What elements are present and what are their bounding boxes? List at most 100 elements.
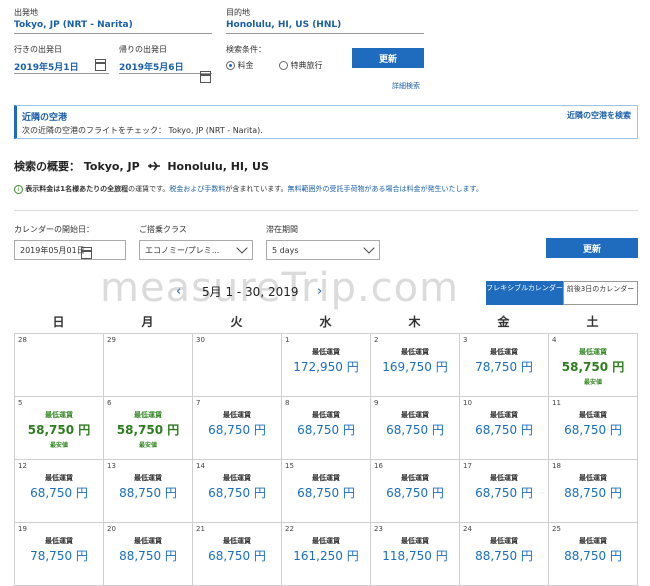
- day-number: 7: [196, 399, 201, 407]
- fare-price[interactable]: 58,750 円: [549, 358, 637, 375]
- notice-bold: 表示料金は1名様あたりの全旅程: [25, 185, 129, 193]
- calendar-day-cell[interactable]: 13 最低運賃 88,750 円: [103, 459, 193, 523]
- baggage-fees-link[interactable]: 無料範囲外の受託手荷物がある場合は料金が発生いたします。: [288, 185, 483, 193]
- fare-price[interactable]: 88,750 円: [460, 547, 548, 564]
- update-calendar-button[interactable]: 更新: [546, 238, 638, 258]
- calendar-day-cell[interactable]: 23 最低運賃 118,750 円: [370, 522, 460, 586]
- fare-price[interactable]: 169,750 円: [371, 358, 459, 375]
- origin-field[interactable]: Tokyo, JP (NRT - Narita): [14, 20, 212, 34]
- fare-price[interactable]: 68,750 円: [460, 484, 548, 501]
- fare-price[interactable]: 68,750 円: [371, 484, 459, 501]
- day-number: 5: [18, 399, 23, 407]
- update-search-button[interactable]: 更新: [352, 48, 424, 68]
- fare-caption: 最低運賃: [134, 474, 162, 482]
- day-number: 14: [196, 462, 205, 470]
- fare-price[interactable]: 78,750 円: [460, 358, 548, 375]
- destination-field[interactable]: Honolulu, HI, US (HNL): [226, 20, 424, 34]
- next-month-icon[interactable]: ›: [317, 284, 322, 299]
- day-number: 8: [285, 399, 290, 407]
- fare-price[interactable]: 88,750 円: [104, 484, 192, 501]
- calendar-day-cell[interactable]: 6 最低運賃 58,750 円最安値: [103, 396, 193, 460]
- fare-caption: 最低運賃: [134, 537, 162, 545]
- calendar-day-cell[interactable]: 3 最低運賃 78,750 円: [459, 333, 549, 397]
- calendar-day-cell[interactable]: 14 最低運賃 68,750 円: [192, 459, 282, 523]
- day-number: 29: [107, 336, 116, 344]
- fare-price[interactable]: 68,750 円: [282, 421, 370, 438]
- fare-price[interactable]: 118,750 円: [371, 547, 459, 564]
- calendar-day-cell[interactable]: 21 最低運賃 68,750 円: [192, 522, 282, 586]
- fare-caption: 最低運賃: [579, 537, 607, 545]
- fare-price[interactable]: 88,750 円: [104, 547, 192, 564]
- nearby-airports-text: 次の近隣の空港のフライトをチェック： Tokyo, JP (NRT - Nari…: [22, 126, 263, 135]
- day-number: 15: [285, 462, 294, 470]
- radio-unselected-icon[interactable]: [279, 61, 288, 70]
- fare-price[interactable]: 68,750 円: [193, 547, 281, 564]
- taxes-fees-link[interactable]: 税金および手数料: [169, 185, 225, 193]
- calendar-day-cell[interactable]: 12 最低運賃 68,750 円: [14, 459, 104, 523]
- day-number: 17: [463, 462, 472, 470]
- weekday-wed: 水: [319, 315, 332, 329]
- calendar-day-cell[interactable]: 20 最低運賃 88,750 円: [103, 522, 193, 586]
- cabin-class-value: エコノミー/プレミ...: [145, 245, 220, 255]
- day-number: 24: [463, 525, 472, 533]
- calendar-day-cell[interactable]: 1 最低運賃 172,950 円: [281, 333, 371, 397]
- fare-caption: 最低運賃: [401, 474, 429, 482]
- fare-price[interactable]: 172,950 円: [282, 358, 370, 375]
- calendar-icon[interactable]: [95, 59, 106, 71]
- calendar-day-cell[interactable]: 11 最低運賃 68,750 円: [548, 396, 638, 460]
- fare-caption: 最低運賃: [223, 537, 251, 545]
- fare-price[interactable]: 68,750 円: [193, 421, 281, 438]
- fare-price[interactable]: 68,750 円: [371, 421, 459, 438]
- cabin-class-select[interactable]: エコノミー/プレミ...: [139, 240, 253, 260]
- calendar-day-cell[interactable]: 8 最低運賃 68,750 円: [281, 396, 371, 460]
- advanced-search-link[interactable]: 詳細検索: [392, 81, 420, 91]
- tab-three-day-calendar[interactable]: 前後3日のカレンダー: [563, 281, 638, 305]
- calendar-day-cell[interactable]: 17 最低運賃 68,750 円: [459, 459, 549, 523]
- calendar-day-cell[interactable]: 24 最低運賃 88,750 円: [459, 522, 549, 586]
- stay-length-select[interactable]: 5 days: [266, 240, 380, 260]
- calendar-day-cell[interactable]: 5 最低運賃 58,750 円最安値: [14, 396, 104, 460]
- fare-caption: 最低運賃: [490, 537, 518, 545]
- calendar-day-cell[interactable]: 4 最低運賃 58,750 円最安値: [548, 333, 638, 397]
- fare-price[interactable]: 88,750 円: [549, 484, 637, 501]
- fare-price[interactable]: 161,250 円: [282, 547, 370, 564]
- tab-flexible-calendar[interactable]: フレキシブルカレンダー: [486, 281, 563, 305]
- calendar-day-cell[interactable]: 16 最低運賃 68,750 円: [370, 459, 460, 523]
- calendar-day-cell[interactable]: 9 最低運賃 68,750 円: [370, 396, 460, 460]
- lowest-fare-badge: 最安値: [49, 442, 68, 449]
- calendar-day-cell[interactable]: 19 最低運賃 78,750 円: [14, 522, 104, 586]
- nearby-airports-link[interactable]: 近隣の空港を検索: [567, 110, 631, 121]
- calendar-day-cell[interactable]: 25 最低運賃 88,750 円: [548, 522, 638, 586]
- fare-price[interactable]: 68,750 円: [460, 421, 548, 438]
- fare-price[interactable]: 68,750 円: [15, 484, 103, 501]
- radio-selected-icon[interactable]: [226, 61, 235, 70]
- fare-price[interactable]: 58,750 円: [104, 421, 192, 438]
- calendar-start-field[interactable]: 2019年05月01日: [14, 240, 126, 260]
- calendar-day-cell[interactable]: 10 最低運賃 68,750 円: [459, 396, 549, 460]
- summary-prefix: 検索の概要：: [14, 160, 80, 173]
- fare-caption: 最低運賃: [579, 411, 607, 419]
- radio-fare[interactable]: 料金: [226, 60, 254, 71]
- calendar-day-cell[interactable]: 22 最低運賃 161,250 円: [281, 522, 371, 586]
- calendar-day-cell[interactable]: 18 最低運賃 88,750 円: [548, 459, 638, 523]
- calendar-icon[interactable]: [200, 71, 211, 83]
- fare-price[interactable]: 68,750 円: [549, 421, 637, 438]
- fare-price[interactable]: 78,750 円: [15, 547, 103, 564]
- fare-price[interactable]: 58,750 円: [15, 421, 103, 438]
- calendar-day-cell[interactable]: 15 最低運賃 68,750 円: [281, 459, 371, 523]
- fare-caption: 最低運賃: [312, 348, 340, 356]
- summary-origin: Tokyo, JP: [83, 160, 140, 173]
- fare-caption: 最低運賃: [223, 474, 251, 482]
- radio-award[interactable]: 特典旅行: [279, 60, 323, 71]
- fare-price[interactable]: 88,750 円: [549, 547, 637, 564]
- calendar-icon[interactable]: [80, 247, 92, 259]
- return-date-field[interactable]: 2019年5月6日: [119, 60, 212, 74]
- fare-price[interactable]: 68,750 円: [193, 484, 281, 501]
- fare-caption: 最低運賃: [490, 474, 518, 482]
- search-condition-label: 検索条件：: [226, 45, 266, 54]
- calendar-day-cell[interactable]: 2 最低運賃 169,750 円: [370, 333, 460, 397]
- fare-price[interactable]: 68,750 円: [282, 484, 370, 501]
- prev-month-icon[interactable]: ‹: [176, 284, 181, 299]
- fare-caption: 最低運賃: [579, 474, 607, 482]
- calendar-day-cell[interactable]: 7 最低運賃 68,750 円: [192, 396, 282, 460]
